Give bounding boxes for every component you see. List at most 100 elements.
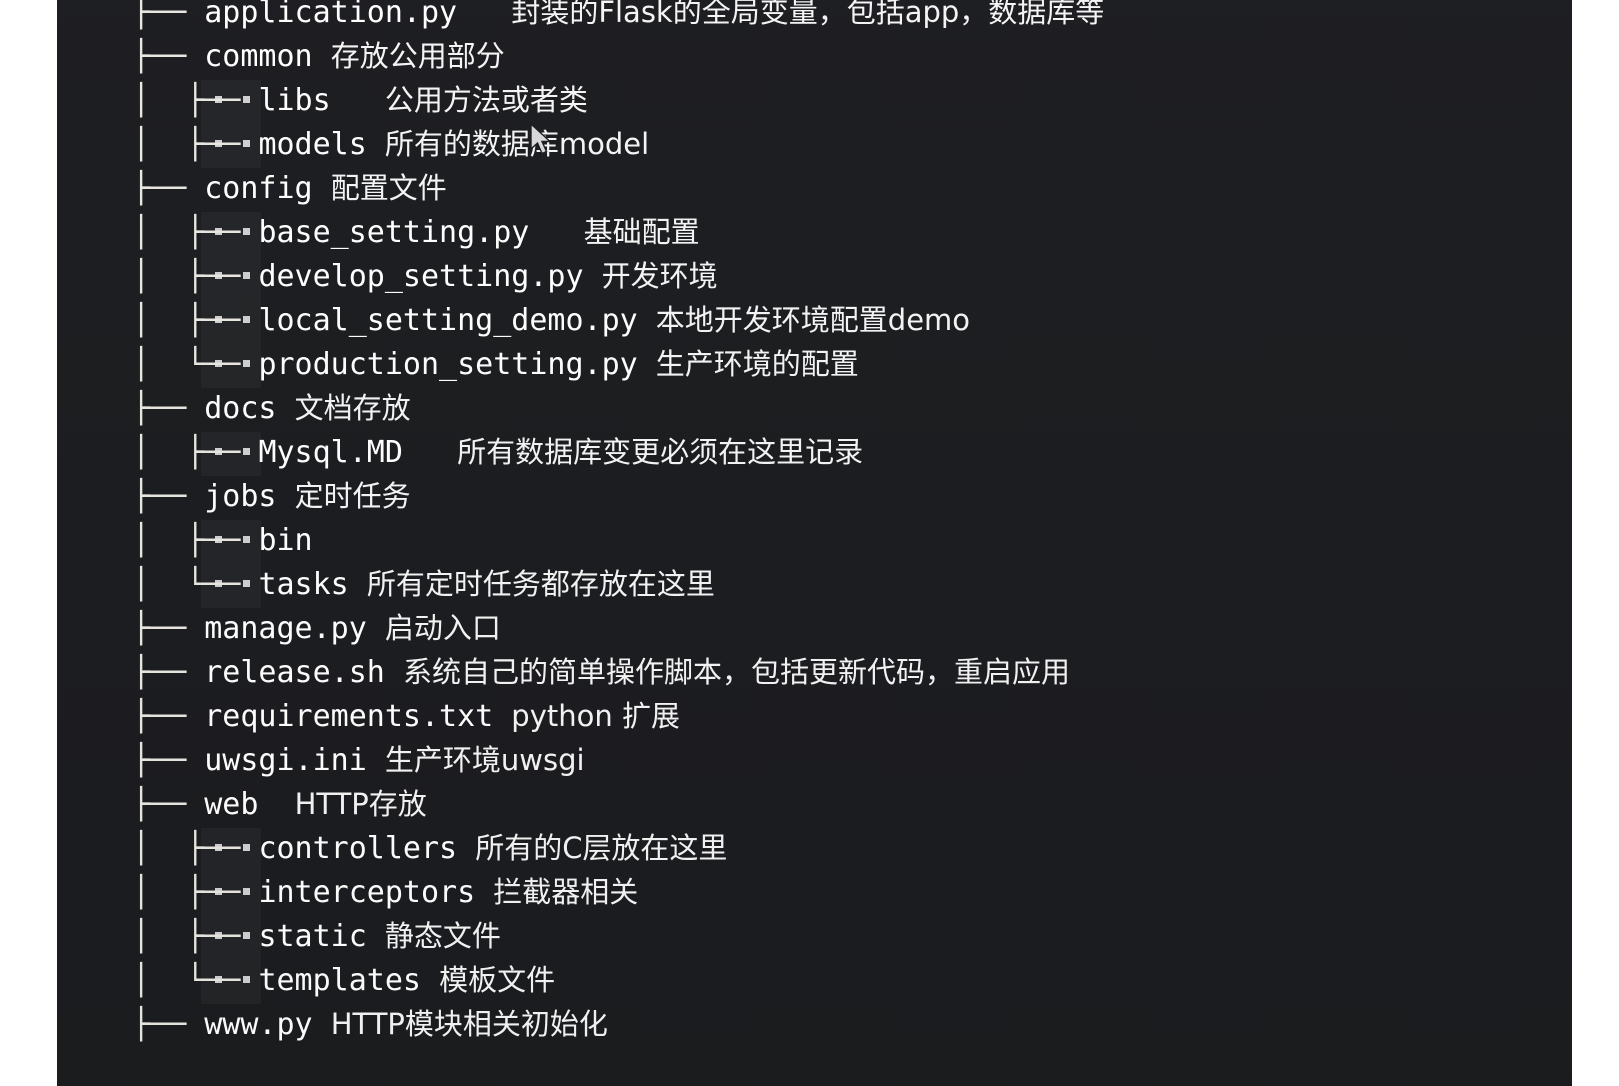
tree-entry-gap [331,79,385,123]
tree-row[interactable]: │ ├── develop_setting.py 开发环境 [132,254,1572,298]
tree-row[interactable]: │ └── templates 模板文件 [132,958,1572,1002]
tree-entry-name[interactable]: static [258,919,366,954]
tree-row[interactable]: ├── www.py HTTP模块相关初始化 [132,1002,1572,1046]
tree-branch-glyph: ├── [132,611,205,646]
screenshot-root: ├── application.py 封装的Flask的全局变量，包括app，数… [0,0,1619,1086]
tree-entry-name[interactable]: jobs [204,479,276,514]
tree-entry-name[interactable]: common [204,39,312,74]
tree-entry-gap [349,563,367,607]
tree-entry-name[interactable]: www.py [204,1007,312,1042]
tree-row[interactable]: ├── jobs 定时任务 [132,474,1572,518]
tree-row[interactable]: │ └── tasks 所有定时任务都存放在这里 [132,562,1572,606]
tree-branch-glyph: ├── [132,699,205,734]
tree-entry-description: 所有数据库变更必须在这里记录 [457,435,864,469]
tree-entry-name[interactable]: manage.py [204,611,367,646]
tree-entry-description: 所有定时任务都存放在这里 [366,567,715,601]
tree-branch-glyph: │ ├── [132,875,259,910]
tree-branch-glyph: │ └── [132,963,259,998]
tree-entry-gap [475,871,493,915]
tree-entry-gap [385,651,403,695]
tree-entry-description: 存放公用部分 [330,39,505,73]
tree-entry-name[interactable]: libs [258,83,330,118]
tree-branch-glyph: │ └── [132,567,259,602]
tree-entry-name[interactable]: templates [258,963,421,998]
tree-row[interactable]: │ ├── libs 公用方法或者类 [132,78,1572,122]
tree-entry-name[interactable]: application.py [204,0,457,30]
tree-row[interactable]: │ ├── local_setting_demo.py 本地开发环境配置demo [132,298,1572,342]
tree-row[interactable]: │ ├── Mysql.MD 所有数据库变更必须在这里记录 [132,430,1572,474]
tree-entry-name[interactable]: Mysql.MD [258,435,403,470]
tree-entry-description: 开发环境 [601,259,718,293]
tree-row[interactable]: ├── config 配置文件 [132,166,1572,210]
tree-entry-gap [457,827,475,871]
tree-branch-glyph: ├── [132,39,205,74]
tree-entry-description: 文档存放 [294,391,411,425]
tree-entry-name[interactable]: web [204,787,258,822]
tree-entry-description: 公用方法或者类 [384,83,588,117]
tree-entry-name[interactable]: requirements.txt [204,699,493,734]
tree-row[interactable]: │ ├── base_setting.py 基础配置 [132,210,1572,254]
tree-entry-description: 生产环境uwsgi [384,743,585,777]
tree-row[interactable]: ├── requirements.txt python 扩展 [132,694,1572,738]
tree-branch-glyph: │ ├── [132,523,259,558]
tree-entry-description: 模板文件 [439,963,556,997]
tree-entry-description: 静态文件 [384,919,501,953]
tree-branch-glyph: │ ├── [132,303,259,338]
tree-entry-description: 封装的Flask的全局变量，包括app，数据库等 [511,0,1105,29]
tree-entry-name[interactable]: interceptors [258,875,475,910]
tree-entry-name[interactable]: docs [204,391,276,426]
tree-entry-gap [421,959,439,1003]
tree-entry-name[interactable]: tasks [258,567,348,602]
tree-branch-glyph: ├── [132,391,205,426]
tree-entry-gap [493,695,511,739]
tree-entry-gap [638,343,656,387]
tree-entry-description: 基础配置 [583,215,700,249]
tree-branch-glyph: │ ├── [132,127,259,162]
tree-row[interactable]: ├── uwsgi.ini 生产环境uwsgi [132,738,1572,782]
tree-entry-description: 本地开发环境配置demo [655,303,971,337]
tree-entry-description: 所有的C层放在这里 [475,831,728,865]
tree-row[interactable]: ├── manage.py 启动入口 [132,606,1572,650]
tree-branch-glyph: ├── [132,171,205,206]
tree-entry-gap [277,475,295,519]
tree-row[interactable]: │ ├── controllers 所有的C层放在这里 [132,826,1572,870]
tree-row[interactable]: ├── release.sh 系统自己的简单操作脚本，包括更新代码，重启应用 [132,650,1572,694]
tree-row[interactable]: ├── docs 文档存放 [132,386,1572,430]
tree-row[interactable]: ├── application.py 封装的Flask的全局变量，包括app，数… [132,0,1572,34]
tree-branch-glyph: ├── [132,787,205,822]
tree-entry-gap [313,167,331,211]
tree-entry-gap [367,123,385,167]
tree-branch-glyph: │ └── [132,347,259,382]
tree-row[interactable]: │ ├── interceptors 拦截器相关 [132,870,1572,914]
tree-entry-name[interactable]: local_setting_demo.py [258,303,637,338]
tree-row[interactable]: ├── web HTTP存放 [132,782,1572,826]
tree-entry-gap [313,1003,331,1047]
tree-entry-description: HTTP存放 [294,787,427,821]
tree-branch-glyph: │ ├── [132,83,259,118]
tree-entry-name[interactable]: bin [258,523,312,558]
tree-entry-description: 系统自己的简单操作脚本，包括更新代码，重启应用 [402,655,1070,689]
tree-entry-gap [638,299,656,343]
tree-entry-name[interactable]: production_setting.py [258,347,637,382]
tree-entry-name[interactable]: config [204,171,312,206]
tree-branch-glyph: ├── [132,1007,205,1042]
tree-branch-glyph: ├── [132,655,205,690]
tree-entry-name[interactable]: release.sh [204,655,385,690]
tree-entry-name[interactable]: base_setting.py [258,215,529,250]
tree-row[interactable]: │ ├── static 静态文件 [132,914,1572,958]
tree-branch-glyph: │ ├── [132,259,259,294]
tree-branch-glyph: ├── [132,479,205,514]
tree-entry-name[interactable]: uwsgi.ini [204,743,367,778]
tree-entry-name[interactable]: models [258,127,366,162]
tree-row[interactable]: │ ├── bin [132,518,1572,562]
tree-row[interactable]: │ ├── models 所有的数据库model [132,122,1572,166]
tree-entry-description: 生产环境的配置 [655,347,859,381]
tree-row[interactable]: │ └── production_setting.py 生产环境的配置 [132,342,1572,386]
tree-row[interactable]: ├── common 存放公用部分 [132,34,1572,78]
tree-entry-gap [258,783,294,827]
tree-entry-gap [367,915,385,959]
tree-entry-description: 所有的数据库model [384,127,650,161]
tree-entry-name[interactable]: controllers [258,831,457,866]
tree-entry-gap [529,211,583,255]
tree-entry-name[interactable]: develop_setting.py [258,259,583,294]
